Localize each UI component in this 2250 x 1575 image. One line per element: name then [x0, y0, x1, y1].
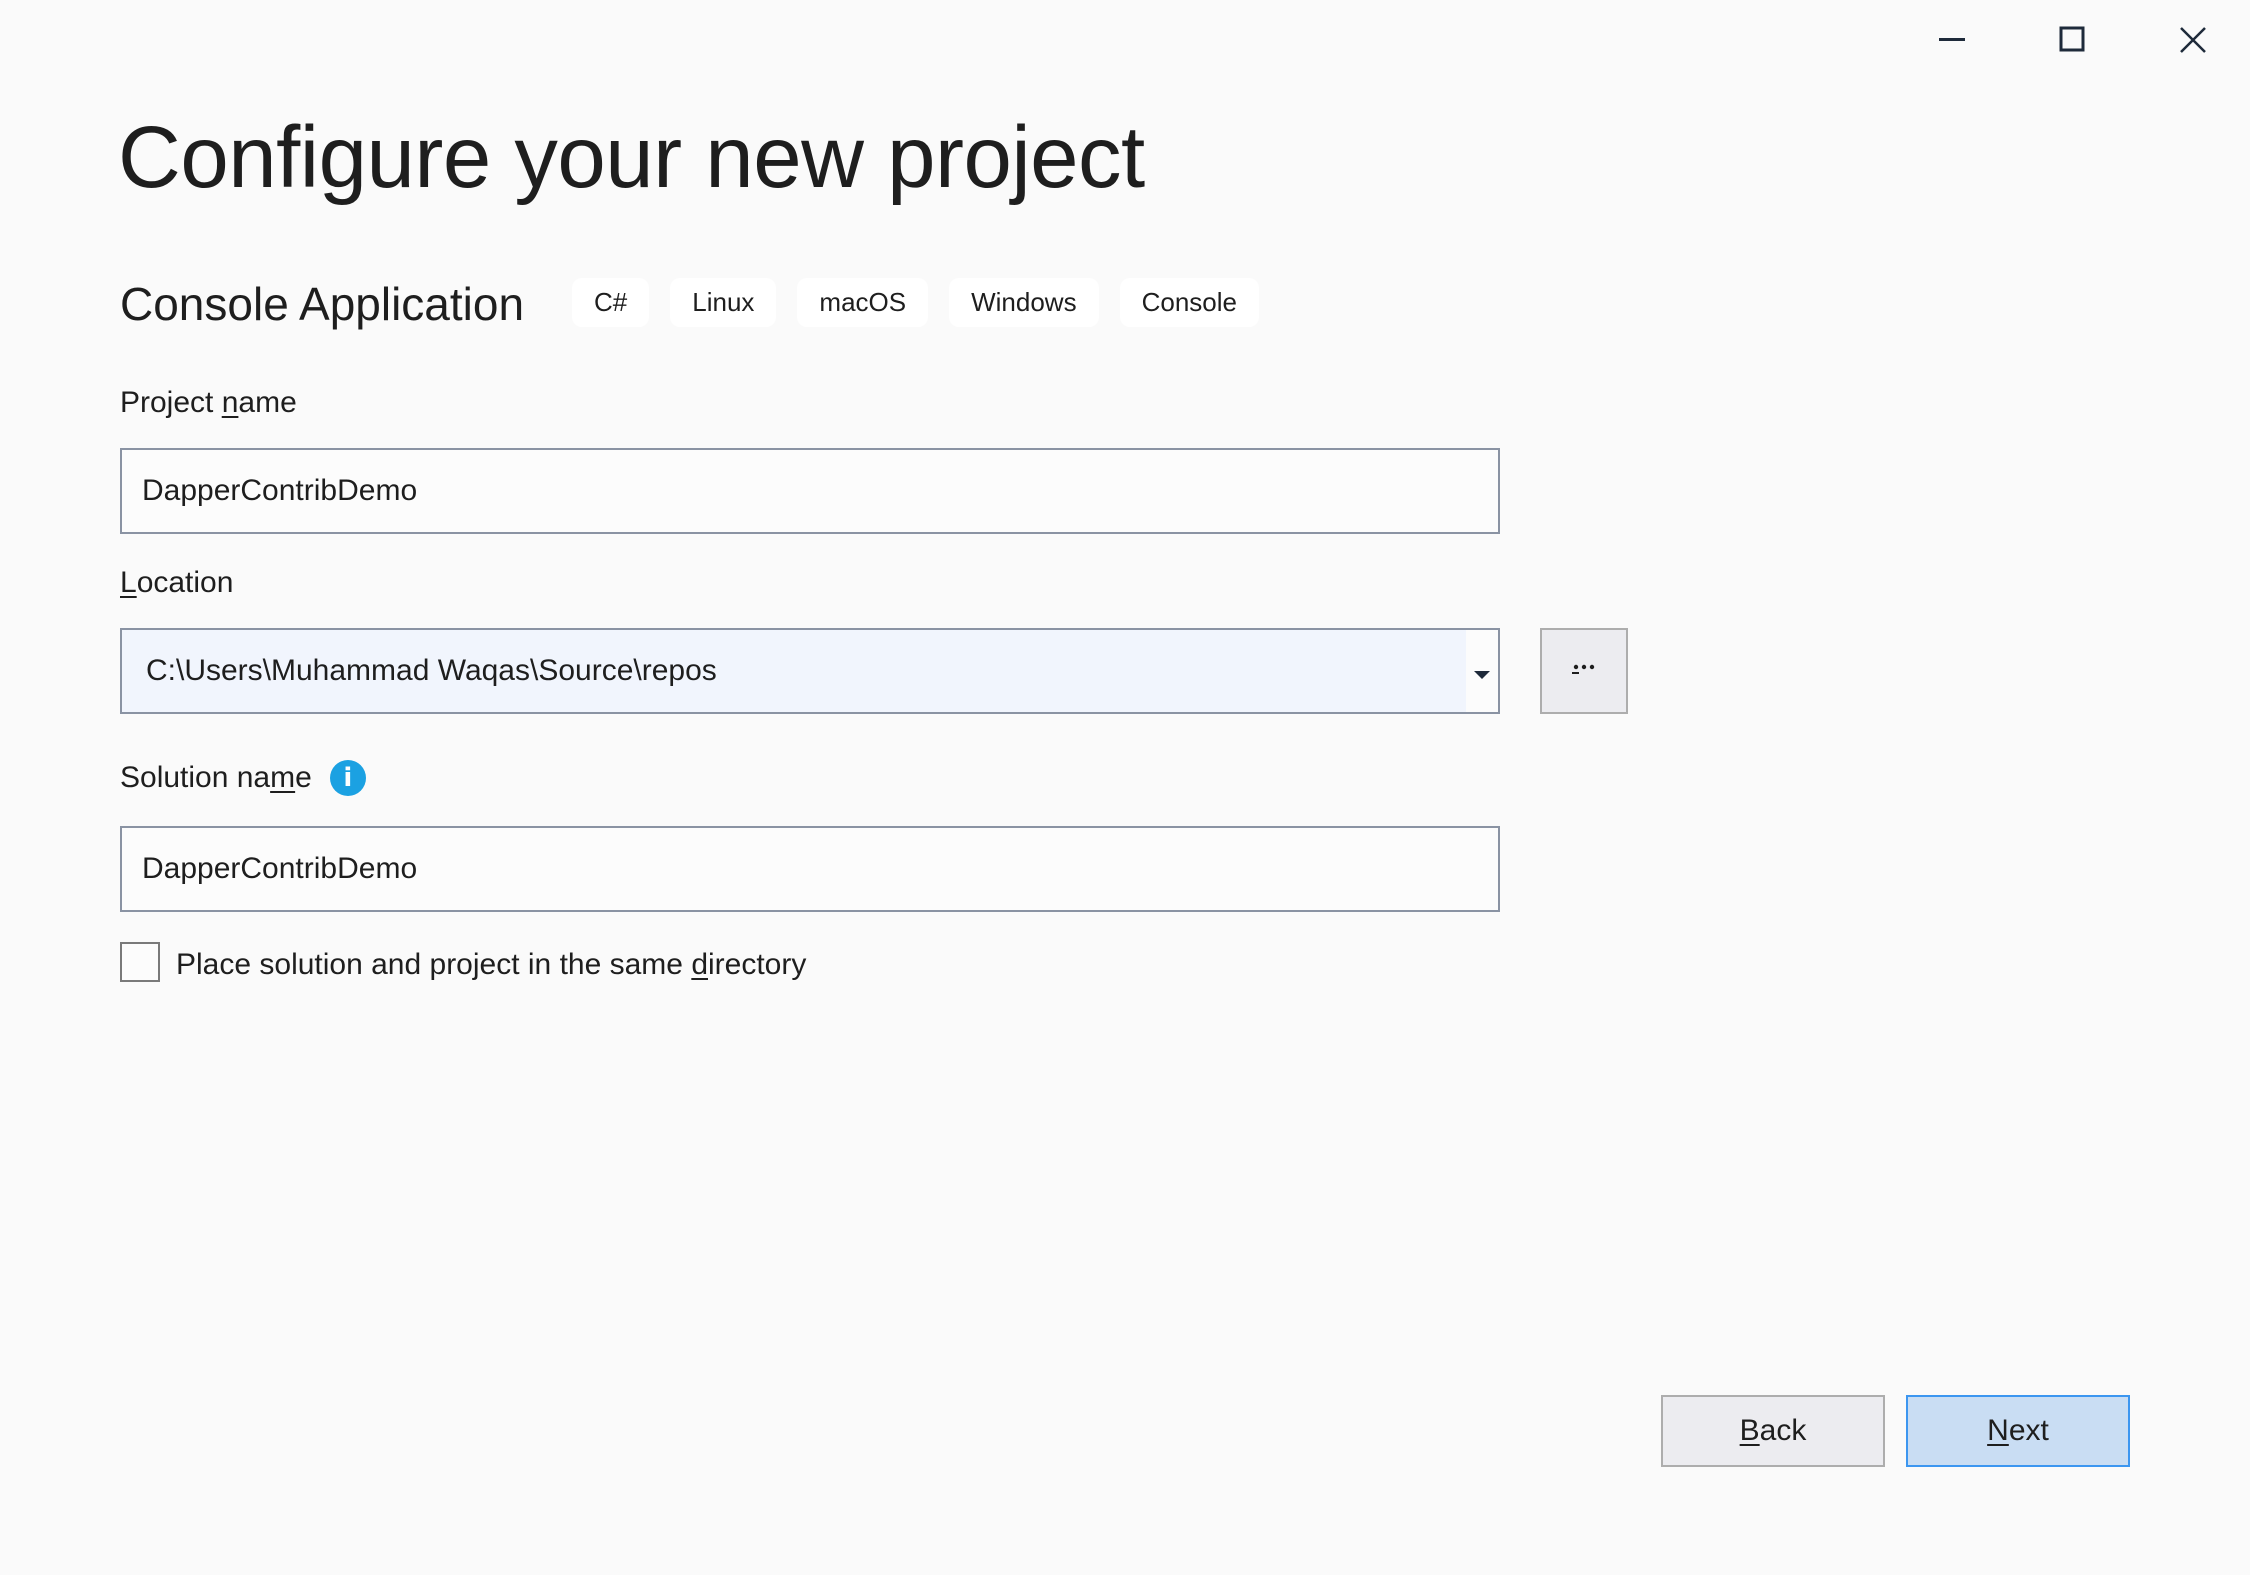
minimize-button[interactable] [1893, 0, 2013, 80]
page-title: Configure your new project [118, 109, 1145, 206]
close-icon [2179, 26, 2207, 54]
access-key: L [120, 566, 137, 599]
label-text: ame [238, 386, 297, 419]
template-name: Console Application [120, 278, 525, 330]
location-dropdown-button[interactable] [1466, 630, 1498, 712]
label-text-group: Solution name [120, 761, 312, 795]
access-key: n [221, 386, 239, 419]
access-key: B [1739, 1414, 1760, 1447]
same-directory-checkbox[interactable] [120, 942, 160, 982]
label-text: irectory [708, 948, 807, 981]
location-combobox[interactable]: C:\Users\Muhammad Waqas\Source\repos [120, 628, 1500, 714]
project-name-field[interactable] [120, 448, 1500, 534]
button-label: ext [2008, 1414, 2049, 1447]
same-directory-label[interactable]: Place solution and project in the same d… [176, 948, 806, 982]
next-button[interactable]: Next [1906, 1395, 2130, 1467]
access-key: m [270, 761, 296, 794]
button-label: ack [1759, 1414, 1807, 1447]
location-value[interactable]: C:\Users\Muhammad Waqas\Source\repos [146, 654, 717, 688]
close-button[interactable] [2133, 0, 2250, 80]
label-text: e [295, 761, 312, 794]
solution-name-field[interactable] [120, 826, 1500, 912]
tag-console: Console [1119, 278, 1259, 327]
solution-name-label: Solution name i [120, 760, 366, 796]
browse-button[interactable] [1540, 628, 1628, 714]
solution-name-input[interactable] [142, 852, 1498, 886]
tag-csharp: C# [572, 278, 650, 327]
label-text: Project [120, 386, 222, 419]
location-label: Location [120, 566, 233, 600]
template-tags: C# Linux macOS Windows Console [572, 278, 1259, 327]
maximize-icon [2059, 26, 2087, 54]
access-key: N [1987, 1414, 2009, 1447]
project-name-input[interactable] [142, 474, 1498, 508]
label-text: Place solution and project in the same [176, 948, 692, 981]
info-icon[interactable]: i [329, 760, 366, 796]
label-text: ocation [136, 566, 234, 599]
tag-linux: Linux [670, 278, 777, 327]
tag-windows: Windows [949, 278, 1099, 327]
project-name-label: Project name [120, 386, 297, 420]
minimize-icon [1939, 38, 1967, 42]
back-button[interactable]: Back [1661, 1395, 1885, 1467]
ellipsis-icon [1572, 662, 1596, 680]
tag-macos: macOS [797, 278, 929, 327]
maximize-button[interactable] [2013, 0, 2133, 80]
chevron-down-icon [1474, 654, 1490, 688]
access-key: d [691, 948, 708, 981]
label-text: Solution na [120, 761, 271, 794]
